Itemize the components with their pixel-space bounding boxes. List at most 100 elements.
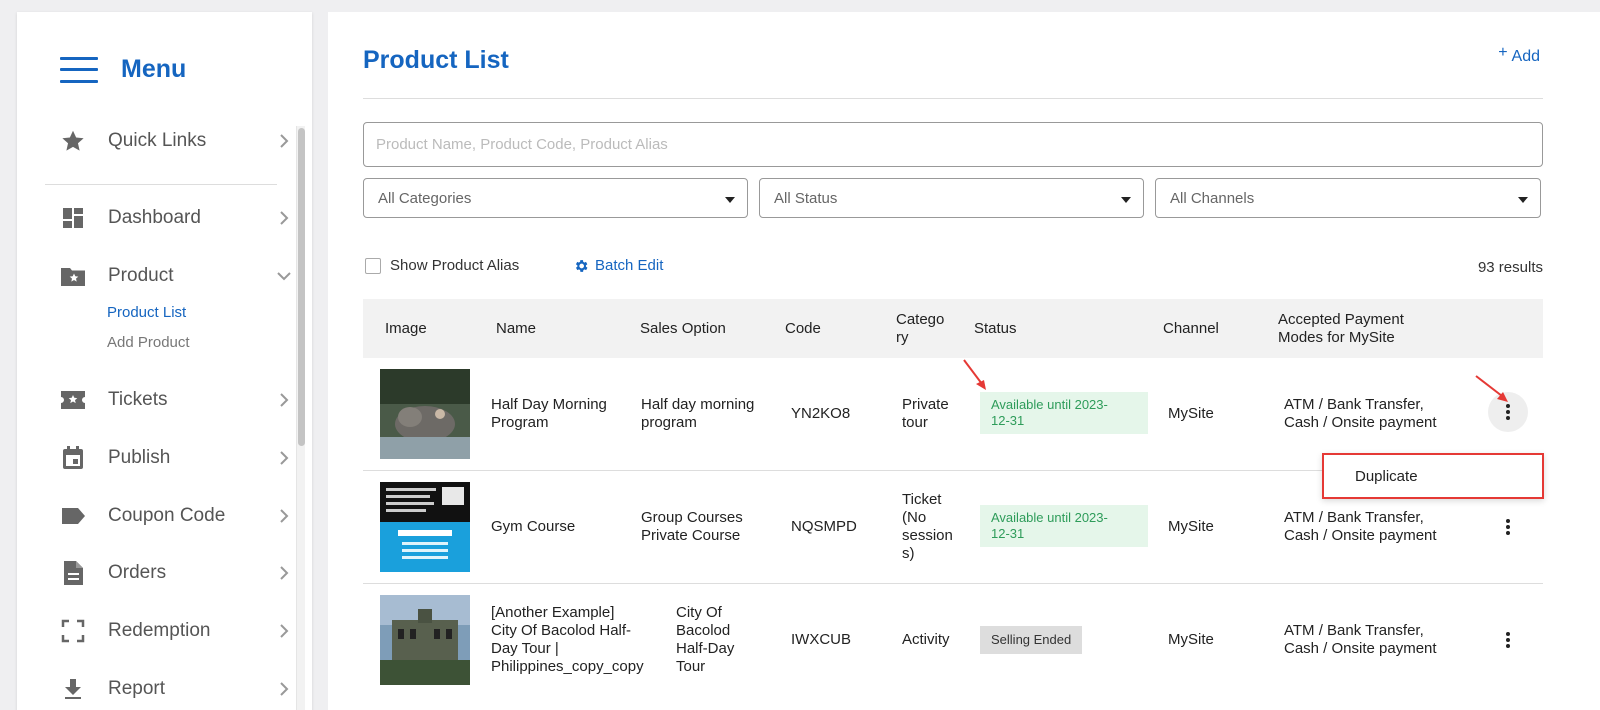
- sidebar-item-label: Orders: [108, 562, 167, 583]
- scan-icon: [60, 618, 86, 644]
- product-name[interactable]: Gym Course: [491, 518, 575, 536]
- product-name[interactable]: Half Day Morning Program: [491, 396, 607, 432]
- status-select-value: All Status: [774, 189, 838, 207]
- sidebar-item-label: Tickets: [108, 389, 168, 410]
- chevron-right-icon: [280, 134, 289, 148]
- channel: MySite: [1168, 405, 1214, 422]
- scrollbar-thumb[interactable]: [298, 128, 305, 446]
- status-badge: Available until 2023- 12-31: [980, 392, 1148, 434]
- ticket-icon: [60, 387, 86, 413]
- star-icon: [60, 128, 86, 154]
- folder-star-icon: [60, 263, 86, 289]
- col-header-payment[interactable]: Accepted Payment Modes for MySite: [1278, 311, 1404, 347]
- col-header-image[interactable]: Image: [385, 320, 427, 338]
- sidebar-item-label: Report: [108, 678, 166, 699]
- chevron-right-icon: [280, 211, 289, 225]
- sidebar-item-product[interactable]: Product: [60, 258, 294, 294]
- sidebar-item-coupon-code[interactable]: Coupon Code: [60, 498, 294, 534]
- more-vertical-icon: [1506, 404, 1510, 420]
- sidebar-item-orders[interactable]: Orders: [60, 555, 294, 591]
- batch-edit-button[interactable]: Batch Edit: [573, 257, 663, 274]
- chevron-right-icon: [280, 566, 289, 580]
- sidebar-item-redemption[interactable]: Redemption: [60, 613, 294, 649]
- payment-modes: ATM / Bank Transfer, Cash / Onsite payme…: [1284, 396, 1437, 431]
- document-icon: [60, 560, 86, 586]
- chevron-right-icon: [280, 509, 289, 523]
- status-badge: Selling Ended: [980, 626, 1083, 654]
- payment-modes: ATM / Bank Transfer, Cash / Onsite payme…: [1284, 622, 1437, 657]
- table-row[interactable]: [Another Example] City Of Bacolod Half- …: [363, 584, 1543, 696]
- status-badge: Available until 2023- 12-31: [980, 505, 1148, 547]
- annotation-arrow-icon: [1475, 375, 1508, 402]
- sidebar-item-quick-links[interactable]: Quick Links: [60, 123, 294, 159]
- sidebar-item-label: Redemption: [108, 620, 211, 641]
- table-header: Image Name Sales Option Code Catego ry S…: [363, 299, 1543, 358]
- batch-edit-label: Batch Edit: [595, 257, 664, 274]
- add-label: Add: [1511, 48, 1540, 65]
- sidebar: Menu Quick Links Dashboard Product Produ…: [17, 12, 312, 710]
- product-image: [380, 482, 470, 572]
- add-button[interactable]: + Add: [1498, 44, 1540, 66]
- caret-down-icon: [1518, 197, 1528, 203]
- sidebar-item-publish[interactable]: Publish: [60, 440, 294, 476]
- chevron-right-icon: [280, 451, 289, 465]
- sidebar-item-report[interactable]: Report: [60, 671, 294, 707]
- show-alias-checkbox[interactable]: [365, 257, 381, 274]
- status-select[interactable]: All Status: [759, 178, 1144, 218]
- product-image: [380, 369, 470, 459]
- sidebar-subitem-product-list[interactable]: Product List: [107, 304, 186, 321]
- product-image: [380, 595, 470, 685]
- product-category: Ticket (No session s): [902, 491, 953, 562]
- more-actions-button[interactable]: [1488, 620, 1528, 660]
- calendar-icon: [60, 445, 86, 471]
- more-actions-button[interactable]: [1488, 507, 1528, 547]
- col-header-name[interactable]: Name: [496, 320, 536, 338]
- header-divider: [363, 98, 1543, 99]
- col-header-code[interactable]: Code: [785, 320, 821, 338]
- caret-down-icon: [725, 197, 735, 203]
- chevron-down-icon: [277, 272, 291, 281]
- product-code: IWXCUB: [791, 631, 851, 648]
- caret-down-icon: [1121, 197, 1131, 203]
- chevron-right-icon: [280, 393, 289, 407]
- search-input[interactable]: [363, 122, 1543, 167]
- annotation-arrow-icon: [963, 359, 986, 390]
- more-vertical-icon: [1506, 519, 1510, 535]
- gear-icon: [575, 259, 588, 272]
- sales-option: City Of Bacolod Half-Day Tour: [676, 604, 735, 675]
- hamburger-menu-icon[interactable]: [60, 56, 98, 83]
- results-count: 93 results: [1477, 259, 1543, 276]
- channel: MySite: [1168, 518, 1214, 535]
- sidebar-item-dashboard[interactable]: Dashboard: [60, 200, 294, 236]
- col-header-sales-option[interactable]: Sales Option: [640, 320, 726, 338]
- sales-option: Half day morning program: [641, 396, 755, 431]
- more-vertical-icon: [1506, 632, 1510, 648]
- chevron-right-icon: [280, 624, 289, 638]
- category-select[interactable]: All Categories: [363, 178, 748, 218]
- chevron-right-icon: [280, 682, 289, 696]
- menu-header: Menu: [60, 55, 186, 84]
- sidebar-item-label: Dashboard: [108, 207, 201, 228]
- product-code: NQSMPD: [791, 518, 857, 535]
- product-category: Private tour: [902, 396, 949, 431]
- sidebar-divider: [45, 184, 277, 185]
- plus-icon: +: [1498, 44, 1508, 61]
- page-title: Product List: [363, 46, 509, 74]
- sidebar-item-label: Product: [108, 265, 174, 286]
- menu-title: Menu: [121, 55, 187, 83]
- sidebar-item-label: Quick Links: [108, 130, 207, 151]
- sidebar-item-label: Coupon Code: [108, 505, 226, 526]
- col-header-category[interactable]: Catego ry: [896, 311, 944, 347]
- sidebar-subitem-add-product[interactable]: Add Product: [107, 334, 190, 351]
- channel-select[interactable]: All Channels: [1155, 178, 1541, 218]
- show-alias-toggle[interactable]: Show Product Alias: [365, 257, 519, 274]
- sidebar-item-tickets[interactable]: Tickets: [60, 382, 294, 418]
- duplicate-menu-item[interactable]: Duplicate: [1322, 453, 1544, 499]
- product-name[interactable]: [Another Example] City Of Bacolod Half- …: [491, 604, 644, 676]
- col-header-status[interactable]: Status: [974, 320, 1017, 338]
- dashboard-icon: [60, 205, 86, 231]
- channel: MySite: [1168, 631, 1214, 648]
- col-header-channel[interactable]: Channel: [1163, 320, 1219, 338]
- sidebar-scrollbar[interactable]: [296, 126, 305, 710]
- sidebar-item-label: Publish: [108, 447, 171, 468]
